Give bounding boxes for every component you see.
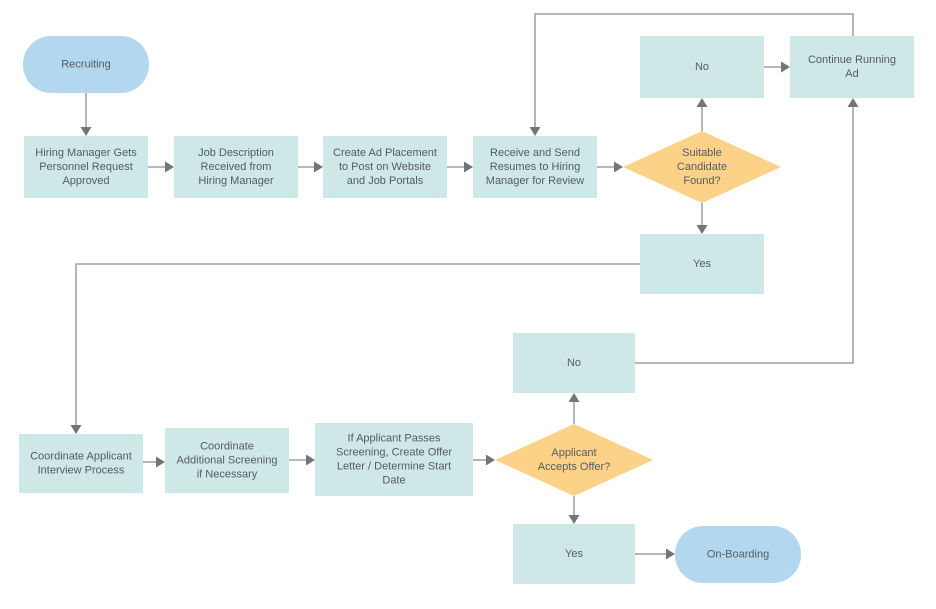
node-recruiting[interactable]: Recruiting (23, 36, 149, 93)
arrow-head-icon (568, 393, 580, 402)
node-label: Yes (693, 258, 711, 270)
arrow-head-icon (156, 456, 165, 468)
node-job-description-received[interactable]: Job Description Received from Hiring Manag… (174, 136, 298, 198)
node-label-line: Candidate (677, 161, 727, 173)
node-label: Receive and Send Resumes to Hiring Manager… (486, 147, 584, 187)
node-label-line: Yes (565, 548, 583, 560)
node-applicant-accepts-offer[interactable]: Applicant Accepts Offer? (495, 424, 653, 496)
arrow-head-icon (486, 454, 495, 466)
node-label-line: Interview Process (38, 464, 125, 476)
node-label-line: Continue Running (808, 54, 896, 66)
node-suitable-candidate-found[interactable]: Suitable Candidate Found? (623, 131, 781, 203)
node-label-line: On-Boarding (707, 548, 769, 560)
node-label-line: Recruiting (61, 58, 111, 70)
arrow-head-icon (696, 98, 708, 107)
arrow-head-icon (80, 127, 92, 136)
node-offer-no[interactable]: No (513, 333, 635, 393)
flowchart-svg: Recruiting Hiring Manager Gets Personnel R… (19, 13, 914, 584)
connector-resumes-to-decision (597, 161, 623, 173)
node-continue-running-ad[interactable]: Continue Running Ad (790, 36, 914, 98)
node-label: Suitable Candidate Found? (677, 147, 727, 187)
arrow-head-icon (306, 454, 315, 466)
node-label: Job Description Received from Hiring Manag… (198, 147, 274, 187)
connector-ad-to-resumes (447, 161, 473, 173)
node-on-boarding[interactable]: On-Boarding (675, 526, 801, 583)
connector-offer-yes-to-onboarding (635, 548, 675, 560)
flowchart-canvas: Recruiting Hiring Manager Gets Personnel R… (0, 0, 936, 609)
node-label-line: Job Description (198, 147, 274, 159)
node-label-line: Coordinate (200, 440, 254, 452)
connector-approval-to-description (148, 161, 174, 173)
arrow-head-icon (781, 61, 790, 73)
connector-offer-letter-to-decision (473, 454, 495, 466)
node-label-line: No (567, 357, 581, 369)
node-label-line: Hiring Manager (198, 175, 274, 187)
node-candidate-yes[interactable]: Yes (640, 234, 764, 294)
connector-description-to-ad (298, 161, 323, 173)
arrow-head-icon (165, 161, 174, 173)
arrow-head-icon (666, 548, 675, 560)
arrow-head-icon (70, 425, 82, 434)
node-label-line: Screening, Create Offer (336, 446, 452, 458)
node-label: No (695, 61, 709, 73)
node-label-line: and Job Portals (347, 175, 424, 187)
arrow-head-icon (568, 515, 580, 524)
node-label: Create Ad Placement to Post on Website and… (333, 147, 437, 187)
arrow-head-icon (614, 161, 623, 173)
node-create-offer-letter[interactable]: If Applicant Passes Screening, Create Off… (315, 423, 473, 496)
node-label-line: Applicant (551, 447, 596, 459)
node-label-line: Personnel Request (39, 161, 133, 173)
node-additional-screening[interactable]: Coordinate Additional Screening if Necessa… (165, 428, 289, 493)
node-label-line: Ad (845, 68, 858, 80)
node-label-line: Create Ad Placement (333, 147, 437, 159)
node-label-line: Receive and Send (490, 147, 580, 159)
arrow-head-icon (847, 98, 859, 107)
node-label-line: Hiring Manager Gets (35, 147, 137, 159)
connector-line (635, 104, 854, 364)
node-label-line: Found? (683, 175, 720, 187)
node-label: On-Boarding (707, 548, 769, 560)
node-label-line: Yes (693, 258, 711, 270)
node-label: Recruiting (61, 58, 111, 70)
node-label-line: Suitable (682, 147, 722, 159)
node-label-line: Resumes to Hiring (490, 161, 580, 173)
connector-decision-to-yes (696, 203, 708, 234)
arrow-head-icon (464, 161, 473, 173)
node-create-ad-placement[interactable]: Create Ad Placement to Post on Website and… (323, 136, 447, 198)
node-label: No (567, 357, 581, 369)
connector-interview-to-screening (143, 456, 165, 468)
node-label: Yes (565, 548, 583, 560)
connector-offer-decision-to-no (568, 393, 580, 424)
node-label-line: if Necessary (197, 468, 258, 480)
arrow-head-icon (314, 161, 323, 173)
node-layer: Recruiting Hiring Manager Gets Personnel R… (19, 36, 914, 584)
connector-offer-decision-to-yes (568, 496, 580, 524)
node-label-line: Accepts Offer? (538, 461, 611, 473)
node-label-line: to Post on Website (339, 161, 431, 173)
node-label-line: Additional Screening (177, 454, 278, 466)
node-label-line: Letter / Determine Start (337, 460, 451, 472)
arrow-head-icon (696, 225, 708, 234)
node-offer-yes[interactable]: Yes (513, 524, 635, 584)
node-label-line: Approved (62, 175, 109, 187)
connector-decision-to-no (696, 98, 708, 131)
arrow-head-icon (529, 127, 541, 136)
node-candidate-no[interactable]: No (640, 36, 764, 98)
connector-screening-to-offer-letter (289, 454, 315, 466)
connector-no-to-continue-ad (764, 61, 790, 73)
node-receive-send-resumes[interactable]: Receive and Send Resumes to Hiring Manager… (473, 136, 597, 198)
connector-offer-no-loopback (635, 98, 859, 364)
connector-recruiting-to-approval (80, 93, 92, 136)
node-label-line: Received from (201, 161, 272, 173)
node-label-line: No (695, 61, 709, 73)
node-label-line: If Applicant Passes (348, 432, 441, 444)
node-label-line: Manager for Review (486, 175, 584, 187)
node-coordinate-interview[interactable]: Coordinate Applicant Interview Process (19, 434, 143, 493)
node-label-line: Date (382, 474, 405, 486)
node-label-line: Coordinate Applicant (30, 450, 132, 462)
node-hiring-manager-approval[interactable]: Hiring Manager Gets Personnel Request Appr… (24, 136, 148, 198)
